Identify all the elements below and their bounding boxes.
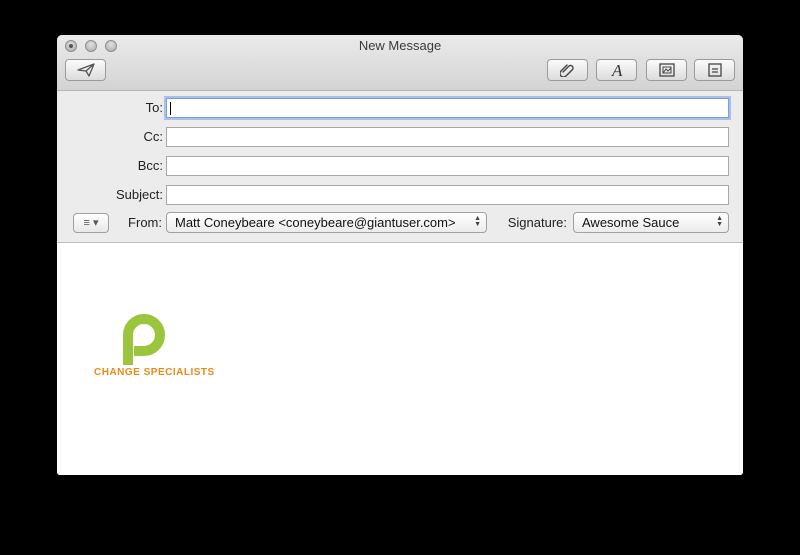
subject-label: Subject: — [116, 187, 163, 202]
titlebar: New Message A — [57, 35, 743, 91]
svg-text:A: A — [611, 62, 623, 78]
header-options-button[interactable]: ≡ ▾ — [73, 213, 109, 233]
to-field[interactable] — [166, 98, 729, 118]
subject-field[interactable] — [166, 185, 729, 205]
from-select[interactable]: Matt Coneybeare <coneybeare@giantuser.co… — [166, 212, 487, 233]
from-label: From: — [128, 215, 162, 230]
send-button[interactable] — [65, 59, 106, 81]
from-value: Matt Coneybeare <coneybeare@giantuser.co… — [175, 215, 456, 230]
format-button[interactable]: A — [596, 59, 637, 81]
cc-field[interactable] — [166, 127, 729, 147]
font-icon: A — [611, 62, 623, 78]
attach-button[interactable] — [547, 59, 588, 81]
logo-text: CHANGE SPECIALISTS — [94, 367, 215, 378]
photo-browser-icon — [658, 63, 675, 77]
photo-browser-button[interactable] — [646, 59, 687, 81]
window-title: New Message — [358, 38, 442, 53]
select-arrows-icon: ▲ ▼ — [474, 215, 481, 228]
paper-plane-icon — [76, 63, 95, 77]
message-header: To: Cc: Bcc: Subject: ≡ ▾ From: Matt Con… — [57, 91, 743, 243]
signature-label: Signature: — [507, 215, 567, 230]
company-logo-icon — [123, 314, 165, 365]
bcc-input[interactable] — [167, 157, 728, 175]
subject-input[interactable] — [167, 186, 728, 204]
text-caret — [170, 102, 171, 115]
bcc-label: Bcc: — [137, 158, 163, 173]
paperclip-icon — [559, 64, 574, 77]
signature-value: Awesome Sauce — [582, 215, 680, 230]
cc-input[interactable] — [167, 128, 728, 146]
to-input[interactable] — [167, 99, 728, 117]
compose-window: New Message A To: Cc: Bcc: Subject: ≡ ▾ … — [57, 35, 743, 475]
select-arrows-icon: ▲ ▼ — [716, 215, 723, 228]
stationery-button[interactable] — [694, 59, 735, 81]
to-label: To: — [145, 100, 163, 115]
bcc-field[interactable] — [166, 156, 729, 176]
stationery-icon — [707, 63, 722, 77]
cc-label: Cc: — [143, 129, 164, 144]
signature-select[interactable]: Awesome Sauce ▲ ▼ — [573, 212, 729, 233]
